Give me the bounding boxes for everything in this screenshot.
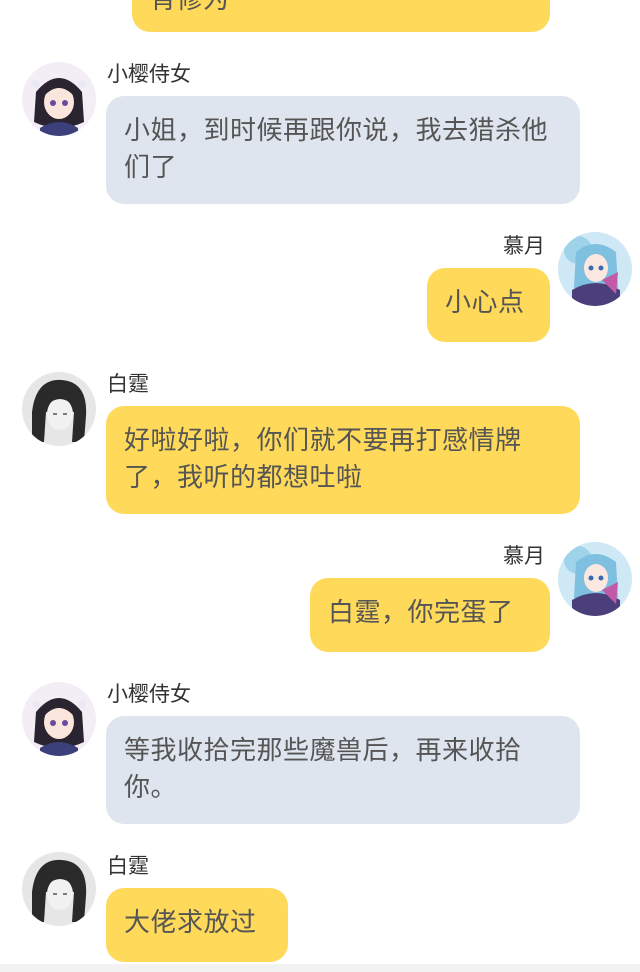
avatar-muyue[interactable] (558, 232, 632, 306)
message-text: 好啦好啦，你们就不要再打感情牌了，我听的都想吐啦 (124, 426, 522, 493)
anime-girl-avatar-icon (22, 62, 96, 136)
message-text: 等我收拾完那些魔兽后，再来收拾你。 (124, 736, 522, 803)
anime-girl-avatar-icon (22, 682, 96, 756)
message-bubble[interactable]: 宵修为 (132, 0, 550, 32)
sender-name: 慕月 (503, 544, 545, 568)
chat-view: 宵修为 小樱侍女 小姐，到时候再跟你说，我去猎杀他们了 慕月 小心点 白霆 好啦… (0, 0, 640, 972)
message-bubble[interactable]: 好啦好啦，你们就不要再打感情牌了，我听的都想吐啦 (106, 406, 580, 514)
message-bubble[interactable]: 小姐，到时候再跟你说，我去猎杀他们了 (106, 96, 580, 204)
bottom-bar (0, 964, 640, 972)
message-text: 白霆，你完蛋了 (328, 598, 514, 628)
grayscale-boy-avatar-icon (22, 372, 96, 446)
message-bubble[interactable]: 大佬求放过 (106, 888, 288, 962)
avatar-muyue[interactable] (558, 542, 632, 616)
anime-girl-avatar-icon (558, 232, 632, 306)
anime-girl-avatar-icon (558, 542, 632, 616)
message-text: 小姐，到时候再跟你说，我去猎杀他们了 (124, 116, 549, 183)
message-text: 小心点 (445, 288, 525, 318)
message-bubble[interactable]: 等我收拾完那些魔兽后，再来收拾你。 (106, 716, 580, 824)
grayscale-boy-avatar-icon (22, 852, 96, 926)
avatar-baiting[interactable] (22, 852, 96, 926)
sender-name: 慕月 (503, 234, 545, 258)
avatar-xiaoying[interactable] (22, 682, 96, 756)
sender-name: 小樱侍女 (107, 682, 191, 706)
message-bubble[interactable]: 白霆，你完蛋了 (310, 578, 550, 652)
avatar-baiting[interactable] (22, 372, 96, 446)
message-text: 宵修为 (150, 0, 230, 15)
message-text: 大佬求放过 (124, 908, 257, 938)
sender-name: 小樱侍女 (107, 62, 191, 86)
avatar-xiaoying[interactable] (22, 62, 96, 136)
sender-name: 白霆 (107, 372, 149, 396)
message-bubble[interactable]: 小心点 (427, 268, 550, 342)
sender-name: 白霆 (107, 854, 149, 878)
